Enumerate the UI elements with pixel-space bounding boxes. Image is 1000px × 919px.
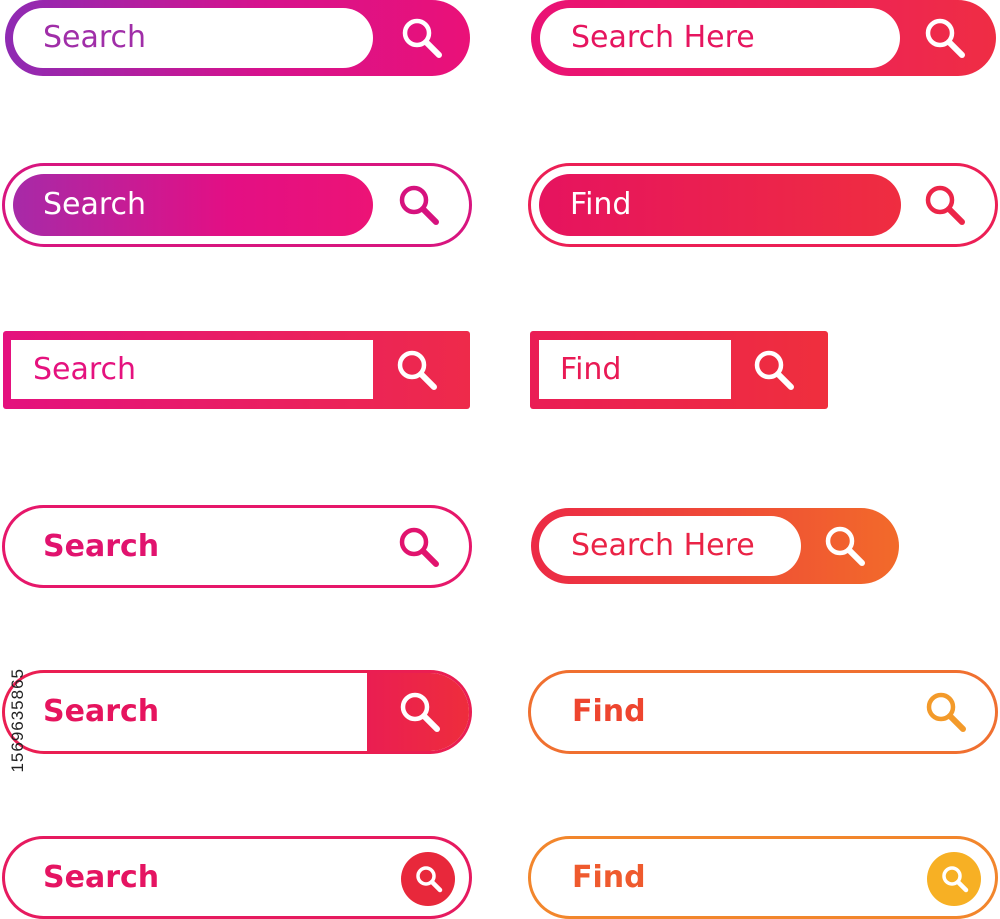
search-icon[interactable] — [394, 180, 444, 230]
search-icon[interactable] — [403, 853, 453, 903]
search-icon[interactable] — [392, 345, 442, 395]
search-icon[interactable] — [749, 345, 799, 395]
stock-watermark-id: 1569635865 — [8, 668, 27, 773]
search-icon[interactable] — [920, 180, 970, 230]
search-placeholder: Find — [572, 694, 646, 729]
search-placeholder: Find — [560, 352, 622, 387]
search-placeholder: Search — [43, 859, 160, 895]
search-icon[interactable] — [397, 13, 447, 63]
search-icon[interactable] — [394, 522, 444, 572]
search-icon[interactable] — [920, 13, 970, 63]
search-placeholder: Search — [43, 694, 160, 729]
search-icon[interactable] — [921, 687, 971, 737]
search-placeholder: Search — [43, 187, 147, 222]
search-bar[interactable]: Search — [2, 163, 472, 247]
search-placeholder: Search Here — [571, 528, 755, 563]
search-placeholder: Search — [33, 352, 137, 387]
search-icon[interactable] — [929, 853, 979, 903]
search-icon[interactable] — [395, 687, 445, 737]
search-placeholder: Find — [572, 859, 646, 895]
search-bar[interactable]: Find — [528, 836, 998, 919]
search-icon[interactable] — [820, 521, 870, 571]
search-bar[interactable]: Find — [528, 163, 998, 247]
search-bar[interactable]: Search — [3, 331, 470, 409]
search-bar[interactable]: Search — [2, 505, 472, 588]
search-bar[interactable]: Find — [528, 670, 998, 754]
search-bar[interactable]: Search — [2, 670, 472, 754]
search-bar[interactable]: Search — [5, 0, 470, 76]
search-placeholder: Search — [43, 528, 160, 564]
search-placeholder: Search Here — [571, 20, 755, 55]
search-placeholder: Find — [570, 187, 632, 222]
search-bar[interactable]: Find — [530, 331, 828, 409]
search-bar[interactable]: Search Here — [531, 508, 899, 584]
search-bar[interactable]: Search Here — [531, 0, 996, 76]
search-bar[interactable]: Search — [2, 836, 472, 919]
search-placeholder: Search — [43, 20, 147, 55]
